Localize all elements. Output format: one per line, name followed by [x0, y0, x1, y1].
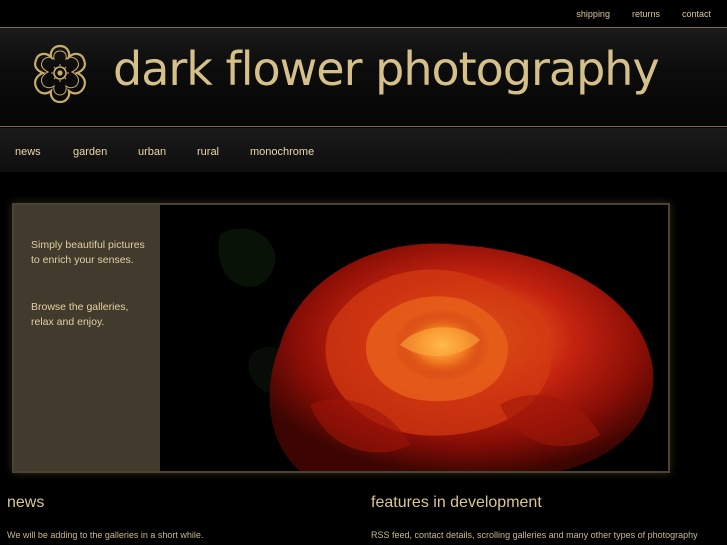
site-header: dark flower photography [0, 27, 727, 127]
features-text: RSS feed, contact details, scrolling gal… [371, 530, 698, 540]
main-nav: news garden urban rural monochrome [0, 128, 727, 172]
contact-link[interactable]: contact [682, 9, 711, 19]
rose-image [160, 205, 668, 471]
nav-item-garden[interactable]: garden [73, 146, 107, 158]
flower-logo-icon[interactable] [26, 40, 94, 108]
nav-item-monochrome[interactable]: monochrome [250, 146, 314, 158]
nav-item-rural[interactable]: rural [197, 146, 219, 158]
nav-item-urban[interactable]: urban [138, 146, 166, 158]
news-text: We will be adding to the galleries in a … [7, 530, 204, 540]
site-title: dark flower photography [113, 42, 660, 96]
red-rose-photo [160, 205, 668, 471]
returns-link[interactable]: returns [632, 9, 660, 19]
utility-bar: shipping returns contact [0, 0, 727, 27]
nav-item-news[interactable]: news [15, 146, 41, 158]
hero-tagline: Simply beautiful pictures to enrich your… [31, 239, 145, 266]
news-heading: news [7, 494, 45, 511]
hero-invite: Browse the galleries, relax and enjoy. [31, 301, 129, 328]
shipping-link[interactable]: shipping [576, 9, 610, 19]
hero-text-panel: Simply beautiful pictures to enrich your… [14, 205, 160, 471]
utility-links: shipping returns contact [554, 9, 711, 19]
features-heading: features in development [371, 494, 542, 511]
hero-banner: Simply beautiful pictures to enrich your… [12, 203, 670, 473]
